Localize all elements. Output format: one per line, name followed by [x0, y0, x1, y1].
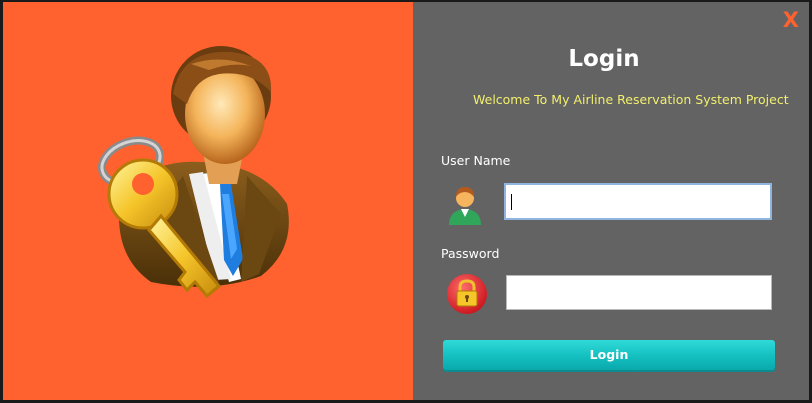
- text-cursor: [511, 194, 512, 210]
- branding-panel: [3, 2, 413, 400]
- password-input[interactable]: [506, 275, 772, 310]
- login-window: X Login Welcome To My Airline Reservatio…: [3, 2, 809, 400]
- username-label: User Name: [441, 153, 511, 168]
- login-title: Login: [568, 46, 640, 72]
- lock-icon: [447, 274, 487, 314]
- login-form-panel: X Login Welcome To My Airline Reservatio…: [413, 2, 809, 400]
- username-input[interactable]: [504, 183, 772, 220]
- login-button[interactable]: Login: [443, 340, 775, 370]
- welcome-text: Welcome To My Airline Reservation System…: [473, 92, 789, 107]
- close-button[interactable]: X: [783, 8, 799, 32]
- password-label: Password: [441, 246, 500, 261]
- user-with-key-icon: [97, 46, 289, 299]
- user-icon: [449, 187, 481, 225]
